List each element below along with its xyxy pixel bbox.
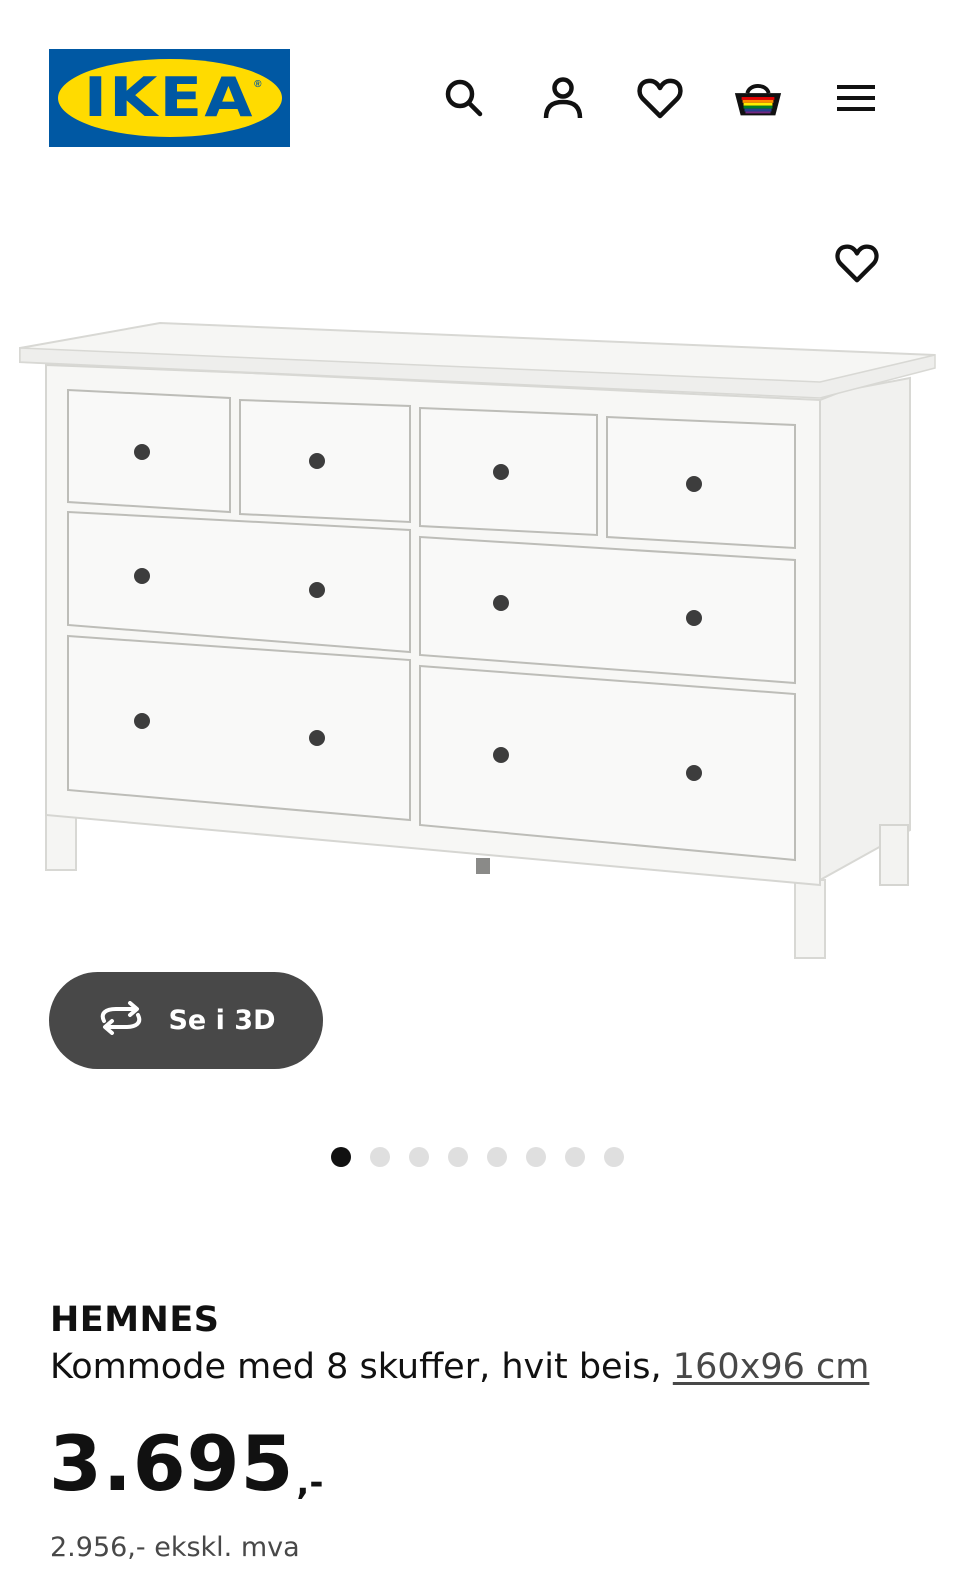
price-excluding-vat: 2.956,- ekskl. mva xyxy=(50,1532,300,1563)
gallery-dot[interactable] xyxy=(370,1147,390,1167)
gallery-pagination xyxy=(331,1147,624,1167)
product-name: HEMNES xyxy=(50,1300,220,1340)
price-amount: 3.695 xyxy=(49,1419,295,1508)
gallery-dot[interactable] xyxy=(448,1147,468,1167)
product-description: Kommode med 8 skuffer, hvit beis, 160x96… xyxy=(50,1347,869,1387)
logo-text: IKEA xyxy=(84,66,255,129)
product-image[interactable] xyxy=(0,230,960,970)
gallery-dot[interactable] xyxy=(487,1147,507,1167)
product-description-text: Kommode med 8 skuffer, hvit beis, xyxy=(50,1347,673,1387)
logo-registered-mark: ® xyxy=(254,79,262,90)
price-suffix: ,- xyxy=(296,1463,324,1503)
ikea-logo[interactable]: IKEA ® xyxy=(49,49,290,147)
product-price: 3.695 ,- xyxy=(49,1426,323,1502)
gallery-dot[interactable] xyxy=(604,1147,624,1167)
product-size-link[interactable]: 160x96 cm xyxy=(673,1347,870,1387)
rotate-3d-icon xyxy=(96,1001,146,1040)
gallery-dot[interactable] xyxy=(331,1147,351,1167)
see-in-3d-button[interactable]: Se i 3D xyxy=(49,972,323,1069)
menu-icon[interactable] xyxy=(830,72,882,124)
gallery-dot[interactable] xyxy=(409,1147,429,1167)
gallery-dot[interactable] xyxy=(526,1147,546,1167)
favourites-heart-icon[interactable] xyxy=(634,72,686,124)
gallery-dot[interactable] xyxy=(565,1147,585,1167)
logo-oval: IKEA ® xyxy=(57,59,282,137)
basket-icon[interactable] xyxy=(732,72,784,124)
search-icon[interactable] xyxy=(438,72,490,124)
user-icon[interactable] xyxy=(537,72,589,124)
see-in-3d-label: Se i 3D xyxy=(168,1005,276,1036)
add-to-favourites-heart-icon[interactable] xyxy=(830,236,884,290)
